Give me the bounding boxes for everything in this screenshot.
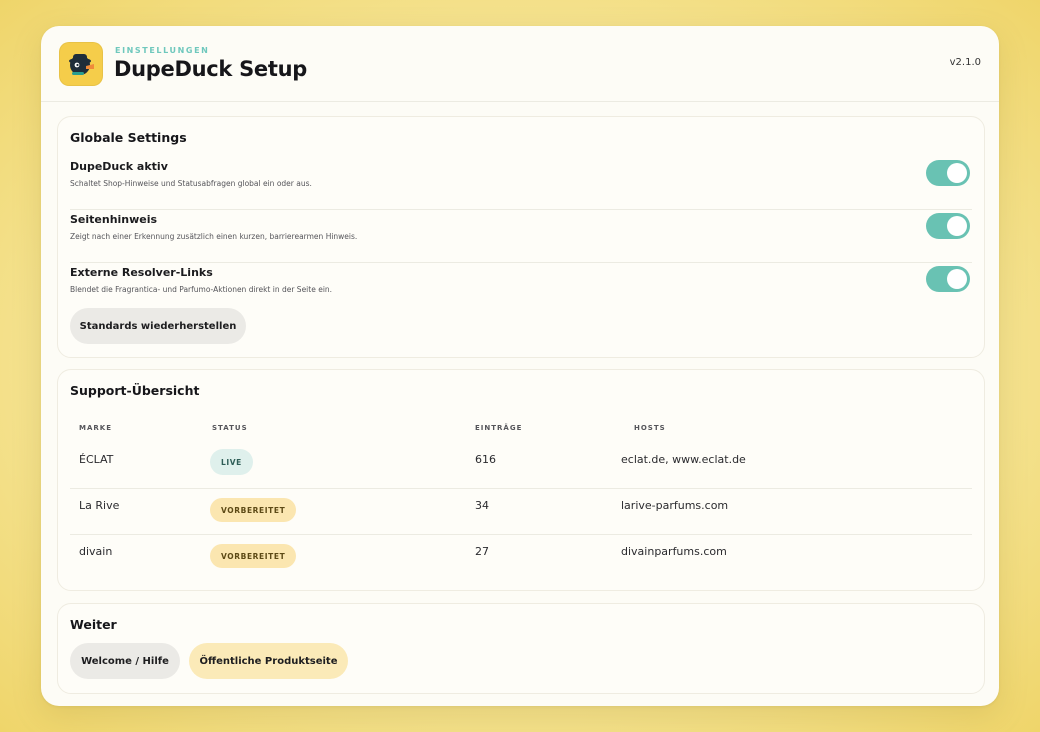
setting-description: Zeigt nach einer Erkennung zusätzlich ei… (70, 232, 358, 241)
setting-label: Externe Resolver-Links (70, 266, 213, 279)
page-hint-toggle[interactable] (926, 213, 970, 239)
global-settings-card: Globale Settings DupeDuck aktiv Schaltet… (57, 116, 985, 358)
brand-cell: divain (79, 545, 113, 558)
column-header-brand: MARKE (79, 424, 112, 432)
toggle-knob (947, 163, 967, 183)
public-product-page-button[interactable]: Öffentliche Produktseite (189, 643, 348, 679)
setting-description: Blendet die Fragrantica- und Parfumo-Akt… (70, 285, 333, 294)
dupeduck-active-toggle[interactable] (926, 160, 970, 186)
entries-cell: 616 (475, 453, 496, 466)
settings-window: EINSTELLUNGEN DupeDuck Setup v2.1.0 Glob… (41, 26, 999, 706)
column-header-status: STATUS (212, 424, 248, 432)
setting-dupeduck-active: DupeDuck aktiv Schaltet Shop-Hinweise un… (70, 158, 972, 210)
hosts-cell: divainparfums.com (621, 545, 727, 558)
setting-label: DupeDuck aktiv (70, 160, 168, 173)
column-header-entries: EINTRÄGE (475, 424, 523, 432)
header-eyebrow: EINSTELLUNGEN (115, 46, 210, 55)
setting-label: Seitenhinweis (70, 213, 158, 226)
table-row: ÉCLAT LIVE 616 eclat.de, www.eclat.de (70, 443, 972, 489)
table-row: La Rive VORBEREITET 34 larive-parfums.co… (70, 489, 972, 535)
entries-cell: 34 (475, 499, 489, 512)
page-title: DupeDuck Setup (114, 57, 307, 81)
global-settings-title: Globale Settings (70, 130, 187, 145)
external-resolver-links-toggle[interactable] (926, 266, 970, 292)
status-badge: LIVE (210, 449, 253, 475)
status-badge: VORBEREITET (210, 544, 297, 568)
hosts-cell: larive-parfums.com (621, 499, 729, 512)
setting-page-hint: Seitenhinweis Zeigt nach einer Erkennung… (70, 211, 972, 263)
welcome-help-button[interactable]: Welcome / Hilfe (70, 643, 180, 679)
more-card: Weiter Welcome / Hilfe Öffentliche Produ… (57, 603, 985, 694)
more-title: Weiter (70, 617, 117, 632)
support-overview-title: Support-Übersicht (70, 383, 200, 398)
header: EINSTELLUNGEN DupeDuck Setup v2.1.0 (41, 26, 999, 102)
brand-cell: ÉCLAT (79, 453, 114, 466)
setting-description: Schaltet Shop-Hinweise und Statusabfrage… (70, 179, 312, 188)
hosts-cell: eclat.de, www.eclat.de (621, 453, 746, 466)
support-overview-card: Support-Übersicht MARKE STATUS EINTRÄGE … (57, 369, 985, 591)
brand-cell: La Rive (79, 499, 120, 512)
setting-external-resolver-links: Externe Resolver-Links Blendet die Fragr… (70, 264, 972, 304)
reset-defaults-button[interactable]: Standards wiederherstellen (70, 308, 246, 344)
divider (70, 262, 972, 263)
version-label: v2.1.0 (949, 57, 981, 68)
toggle-knob (947, 269, 967, 289)
toggle-knob (947, 216, 967, 236)
duck-logo-icon (59, 42, 103, 86)
column-header-hosts: HOSTS (634, 424, 666, 432)
status-badge: VORBEREITET (210, 498, 297, 522)
divider (70, 209, 972, 210)
entries-cell: 27 (475, 545, 489, 558)
table-row: divain VORBEREITET 27 divainparfums.com (70, 535, 972, 581)
